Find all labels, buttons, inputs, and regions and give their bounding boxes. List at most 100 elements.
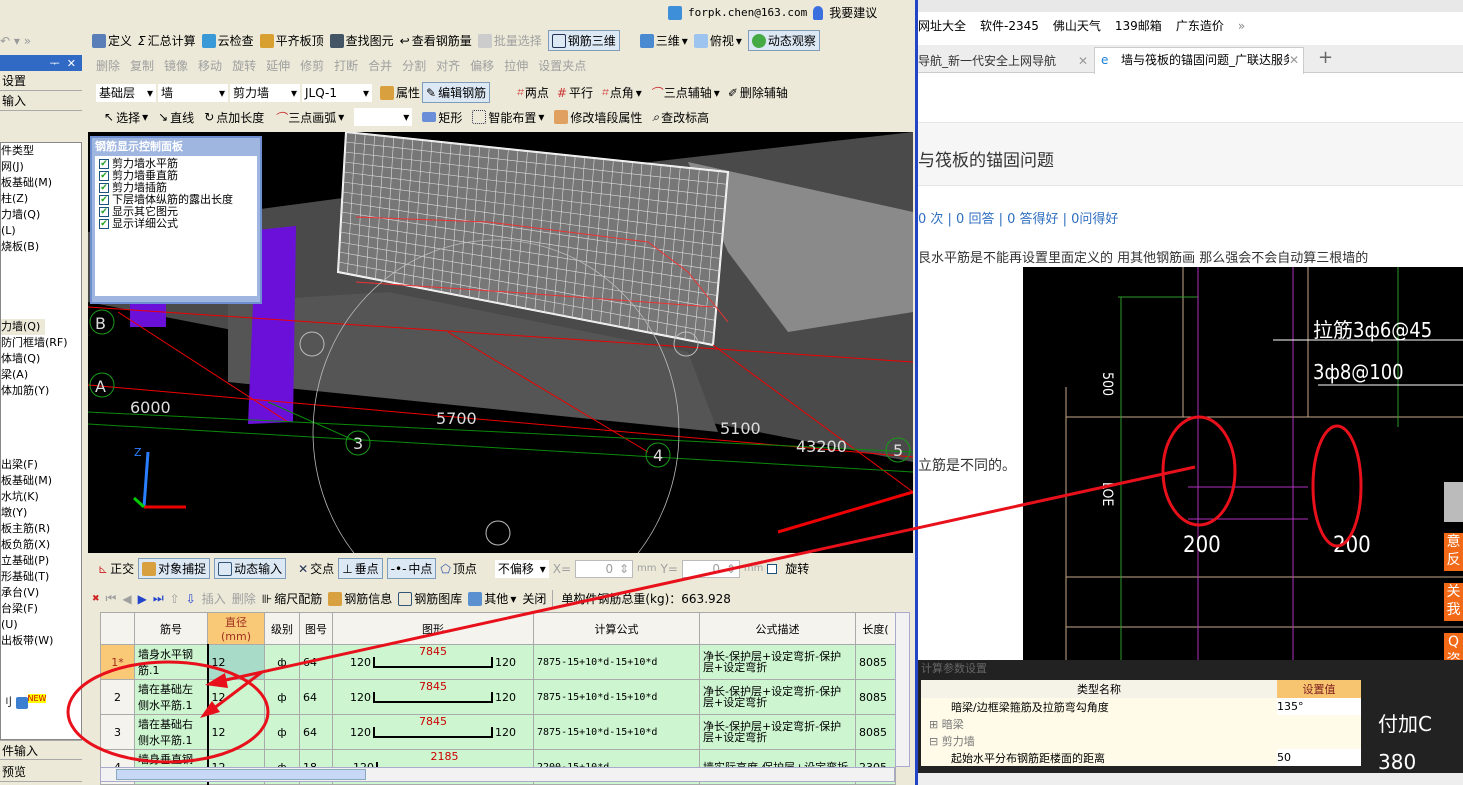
col-length[interactable]: 长度( [855, 612, 896, 645]
category-select[interactable]: 墙 ▾ [158, 83, 228, 102]
rotate-checkbox[interactable]: 旋转 [767, 560, 809, 577]
setting-value[interactable]: 135° [1277, 698, 1361, 715]
tree-item-new[interactable]: 刂 NEW [1, 691, 81, 709]
checkbox-checked-icon[interactable]: ✔ [99, 195, 109, 205]
tb-point-length[interactable]: ↻ 点加长度 [204, 109, 264, 126]
cell-diameter[interactable]: 12 [207, 644, 265, 680]
horizontal-scrollbar[interactable] [100, 767, 895, 782]
tb-align-top[interactable]: 平齐板顶 [259, 32, 324, 49]
tb-smart[interactable]: 智能布置 ▾ [472, 109, 544, 126]
undo-button[interactable]: ↶ ▾ » [0, 34, 86, 48]
snap-intersection[interactable]: ✕ 交点 [298, 560, 334, 577]
checkbox-checked-icon[interactable]: ✔ [99, 207, 109, 217]
tree-item[interactable]: 形基础(T) [1, 569, 81, 585]
tb-elevation[interactable]: ⌕ 查改标高 [652, 109, 709, 126]
tree-item[interactable]: (L) [1, 223, 81, 239]
table-row[interactable]: 2 墙在基础左侧水平筋.1 12 ф 64 120 7845 120 7875-15… [100, 679, 896, 715]
tb-trim[interactable]: 修剪 [300, 57, 324, 74]
tree-item[interactable]: 力墙(Q) [1, 207, 81, 223]
cell-desc[interactable]: 净长-保护层+设定弯折-保护层+设定弯折 [699, 644, 856, 680]
tb-topview[interactable]: 俯视 ▾ [693, 32, 742, 49]
cell-formula[interactable]: 7875-15+10*d-15+10*d [533, 679, 700, 715]
cell-grade[interactable]: ф [264, 714, 300, 750]
setting-value[interactable]: 50 [1277, 749, 1361, 766]
tb-rect[interactable]: 矩形 [422, 109, 462, 126]
cell-diameter[interactable]: 12 [207, 679, 265, 715]
cell-fig[interactable]: 64 [299, 644, 333, 680]
scroll-thumb[interactable] [116, 769, 366, 780]
tb-line[interactable]: ↘ 直线 [158, 109, 194, 126]
tree-item[interactable]: 梁(A) [1, 367, 81, 383]
bookmark[interactable]: 软件-2345 [980, 17, 1039, 34]
cell-desc[interactable]: 净长-保护层+设定弯折-保护层+设定弯折 [699, 679, 856, 715]
col-shape[interactable]: 图形 [332, 612, 534, 645]
row-number[interactable]: 1* [100, 644, 135, 680]
type-select[interactable]: 剪力墙 ▾ [230, 83, 300, 102]
tree-item[interactable]: 承台(V) [1, 585, 81, 601]
option-formula[interactable]: ✔ 显示详细公式 [99, 218, 253, 230]
table-row[interactable]: 1* 墙身水平钢筋.1 12 ф 64 120 7845 120 7875-15+1… [100, 644, 896, 680]
tab-close-icon[interactable]: ✕ [1078, 49, 1088, 73]
follow-button[interactable]: 关我 [1444, 583, 1463, 621]
tb-parallel[interactable]: # 平行 [557, 84, 593, 101]
last-button[interactable]: ⏭ [153, 591, 164, 606]
checkbox-checked-icon[interactable]: ✔ [99, 183, 109, 193]
x-input[interactable]: 0 ⇕ [575, 559, 634, 578]
tab-component-input[interactable]: 件输入 [0, 740, 82, 760]
pin-icon[interactable]: ᅮ [50, 57, 60, 70]
snap-ortho[interactable]: ⊾ 正交 [98, 560, 134, 577]
tb-align[interactable]: 对齐 [436, 57, 460, 74]
tree-item[interactable]: 出板带(W) [1, 633, 81, 649]
cell-grade[interactable]: ф [264, 644, 300, 680]
tb-sum[interactable]: Σ 汇总计算 [138, 32, 196, 49]
tb-stretch[interactable]: 拉伸 [504, 57, 528, 74]
tree-item[interactable]: 水坑(K) [1, 489, 81, 505]
element-select[interactable]: JLQ-1 ▾ [302, 83, 372, 102]
suggest-button[interactable]: 我要建议 [829, 4, 877, 21]
tb-two-point[interactable]: ⌗ 两点 [516, 84, 549, 101]
tb-split[interactable]: 分割 [402, 57, 426, 74]
tree-item[interactable]: 板基础(M) [1, 473, 81, 489]
tb-modify-wall[interactable]: 修改墙段属性 [554, 109, 642, 126]
next-button[interactable]: ▶ [138, 592, 147, 606]
vertical-scrollbar[interactable] [895, 612, 910, 767]
tree-item[interactable]: 烧板(B) [1, 239, 81, 255]
tb-break[interactable]: 打断 [334, 57, 358, 74]
table-row[interactable]: 3 墙在基础右侧水平筋.1 12 ф 64 120 7845 120 7875-15… [100, 714, 896, 750]
setting-group[interactable]: ⊞ 暗梁 [921, 715, 1277, 732]
cell-length[interactable]: 8085 [855, 644, 896, 680]
other-button[interactable]: 其他 ▾ [468, 590, 516, 607]
insert-button[interactable]: 插入 [202, 590, 226, 607]
browser-tab[interactable]: 导航_新一代安全上网导航 ✕ [918, 49, 1088, 73]
cell-name[interactable]: 墙在基础左侧水平筋.1 [134, 679, 209, 715]
snap-object[interactable]: 对象捕捉 [138, 558, 211, 579]
tree-item[interactable]: 墩(Y) [1, 505, 81, 521]
close-panel-icon[interactable]: ✖ [92, 594, 100, 604]
tb-view-rebar[interactable]: ↩ 查看钢筋量 [400, 32, 472, 49]
checkbox-icon[interactable] [767, 563, 778, 574]
setting-group[interactable]: ⊟ 剪力墙 [921, 732, 1277, 749]
cell-grade[interactable]: ф [264, 679, 300, 715]
tree-item[interactable]: 防门框墙(RF) [1, 335, 81, 351]
snap-midpoint[interactable]: -•- 中点 [386, 558, 437, 579]
tree-item[interactable]: 网(J) [1, 159, 81, 175]
tree-item[interactable]: 体墙(Q) [1, 351, 81, 367]
col-grade[interactable]: 级别 [264, 612, 300, 645]
tb-mirror[interactable]: 镜像 [164, 57, 188, 74]
tree-item[interactable]: 出梁(F) [1, 457, 81, 473]
col-formula[interactable]: 计算公式 [533, 612, 700, 645]
tree-item-selected[interactable]: 力墙(Q) [1, 319, 45, 335]
tb-arc[interactable]: ⌒ 三点画弧 ▾ [274, 109, 344, 126]
cell-fig[interactable]: 64 [299, 714, 333, 750]
tb-grip[interactable]: 设置夹点 [538, 57, 586, 74]
tb-find[interactable]: 查找图元 [329, 32, 394, 49]
tab-settings[interactable]: 设置 [0, 71, 82, 91]
delete-row-button[interactable]: 删除 [232, 590, 256, 607]
first-button[interactable]: ⏮ [106, 591, 117, 606]
tree-item[interactable]: 板主筋(R) [1, 521, 81, 537]
scale-rebar-button[interactable]: ⊪ 缩尺配筋 [262, 590, 322, 607]
tb-select[interactable]: ↖ 选择 ▾ [104, 109, 148, 126]
account-area[interactable]: forpk.chen@163.com 我要建议 [668, 4, 877, 21]
cell-length[interactable]: 8085 [855, 679, 896, 715]
checkbox-checked-icon[interactable]: ✔ [99, 219, 109, 229]
